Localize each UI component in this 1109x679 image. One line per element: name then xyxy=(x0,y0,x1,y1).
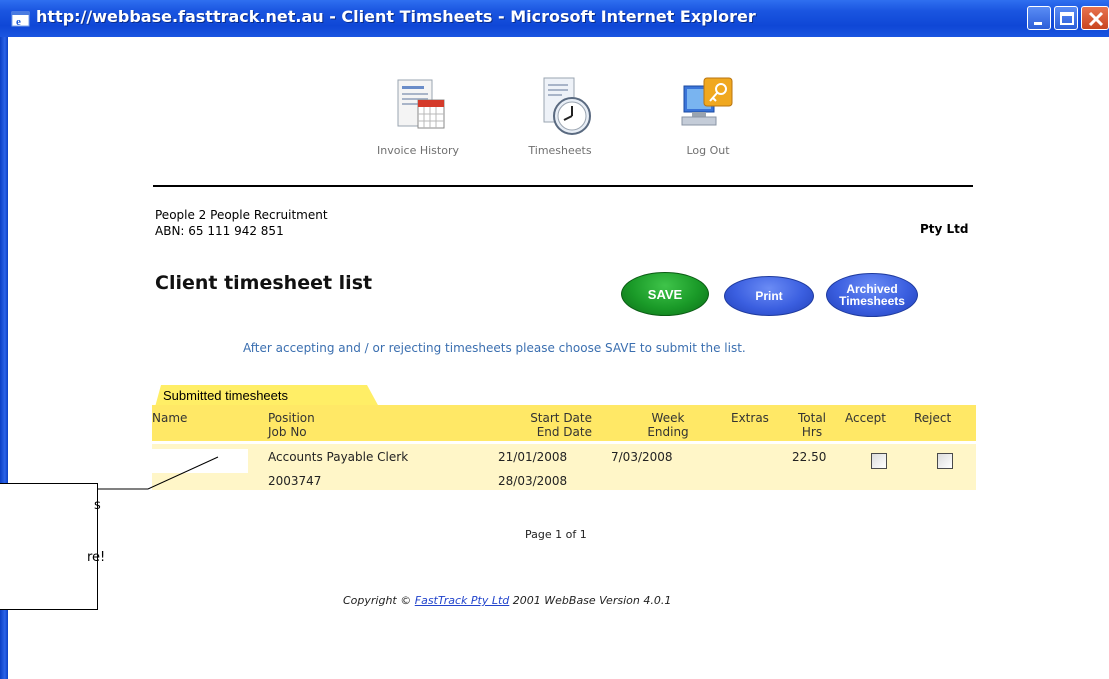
log-out-icon xyxy=(674,74,742,142)
col-name: Name xyxy=(152,411,188,425)
print-button[interactable]: Print xyxy=(724,276,814,316)
instruction-text: After accepting and / or rejecting times… xyxy=(243,341,746,355)
company-name: People 2 People Recruitment xyxy=(155,208,328,222)
nav-invoice-history[interactable]: Invoice History xyxy=(363,74,473,157)
archived-timesheets-button[interactable]: Archived Timesheets xyxy=(826,273,918,317)
window-title: http://webbase.fasttrack.net.au - Client… xyxy=(36,7,756,26)
callout-text-line2: re! xyxy=(87,550,106,565)
col-reject: Reject xyxy=(914,411,952,425)
annotation-callout: s re! xyxy=(0,483,105,610)
col-week-ending: Week Ending xyxy=(640,411,696,439)
col-job-no-label: Job No xyxy=(268,425,307,439)
internet-explorer-icon: e xyxy=(11,11,30,28)
nav-timesheets[interactable]: Timesheets xyxy=(505,74,615,157)
col-accept: Accept xyxy=(845,411,886,425)
minimize-icon xyxy=(1034,22,1042,25)
minimize-button[interactable] xyxy=(1027,6,1051,30)
col-total-label: Total xyxy=(797,411,827,425)
col-hrs-label: Hrs xyxy=(801,425,823,439)
col-dates: Start Date End Date xyxy=(520,411,592,439)
callout-text-line1: s xyxy=(94,498,101,513)
reject-checkbox[interactable] xyxy=(937,453,953,469)
row-start-date: 21/01/2008 xyxy=(498,450,568,464)
archived-label-line2: Timesheets xyxy=(839,294,905,308)
page-title: Client timesheet list xyxy=(155,272,373,294)
maximize-button[interactable] xyxy=(1054,6,1078,30)
close-icon xyxy=(1088,11,1104,27)
close-button[interactable] xyxy=(1081,6,1109,30)
copyright-suffix: 2001 WebBase Version 4.0.1 xyxy=(512,594,672,607)
header-divider xyxy=(153,185,973,187)
window-titlebar[interactable]: e http://webbase.fasttrack.net.au - Clie… xyxy=(0,0,1109,37)
page-indicator: Page 1 of 1 xyxy=(525,528,587,541)
row-position: Accounts Payable Clerk xyxy=(268,450,409,464)
col-extras: Extras xyxy=(731,411,769,425)
company-info: People 2 People Recruitment ABN: 65 111 … xyxy=(155,207,328,239)
row-total-hrs: 22.50 xyxy=(792,450,827,464)
col-end-date-label: End Date xyxy=(536,425,592,439)
nav-invoice-history-label: Invoice History xyxy=(377,144,459,157)
row-end-date: 28/03/2008 xyxy=(498,474,568,488)
timesheets-icon xyxy=(526,74,594,142)
col-total-hrs: Total Hrs xyxy=(794,411,830,439)
accept-checkbox[interactable] xyxy=(871,453,887,469)
copyright-prefix: Copyright © xyxy=(343,594,412,607)
tab-submitted-timesheets-label: Submitted timesheets xyxy=(163,388,289,403)
row-job-no: 2003747 xyxy=(268,474,322,488)
maximize-icon xyxy=(1060,12,1074,25)
invoice-history-icon xyxy=(384,74,452,142)
nav-log-out[interactable]: Log Out xyxy=(653,74,763,157)
col-week-label: Week xyxy=(651,411,685,425)
nav-timesheets-label: Timesheets xyxy=(528,144,592,157)
save-button[interactable]: SAVE xyxy=(621,272,709,316)
col-position-label: Position xyxy=(268,411,315,425)
company-abn: ABN: 65 111 942 851 xyxy=(155,224,284,238)
row-week-ending: 7/03/2008 xyxy=(611,450,673,464)
callout-pointer-line xyxy=(98,456,219,490)
col-ending-label: Ending xyxy=(647,425,689,439)
col-position: Position Job No xyxy=(268,411,315,439)
col-start-date-label: Start Date xyxy=(530,411,592,425)
copyright-footer: Copyright © FastTrack Pty Ltd 2001 WebBa… xyxy=(343,594,671,607)
nav-log-out-label: Log Out xyxy=(686,144,730,157)
fasttrack-link[interactable]: FastTrack Pty Ltd xyxy=(415,594,510,607)
company-suffix: Pty Ltd xyxy=(920,222,969,236)
svg-text:e: e xyxy=(16,16,21,28)
